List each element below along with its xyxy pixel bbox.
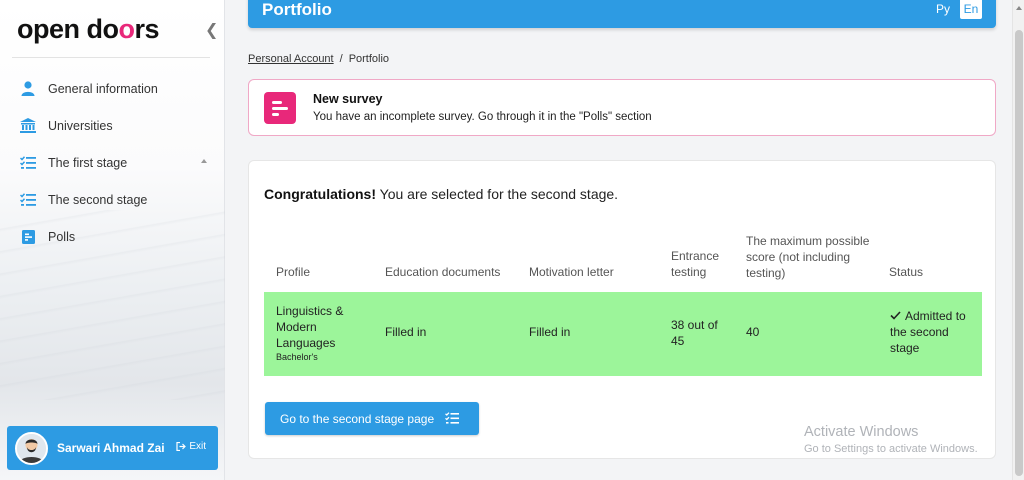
sidebar-item-label: The first stage (48, 155, 128, 170)
logo[interactable]: open doors (17, 14, 160, 45)
column-header-testing: Entrance testing (671, 249, 720, 279)
scroll-up-icon[interactable] (1016, 6, 1022, 10)
survey-notification[interactable]: New survey You have an incomplete survey… (248, 79, 996, 136)
survey-title: New survey (313, 92, 383, 106)
checklist-icon (20, 192, 36, 208)
sidebar: open doors ❮ General information Univers… (0, 0, 225, 480)
exit-button[interactable]: Exit (176, 441, 206, 452)
congratulations-title: Congratulations! (264, 186, 376, 202)
column-header-max-score: The maximum possible score (not includin… (746, 234, 870, 280)
avatar (15, 431, 48, 465)
cell-max-score: 40 (746, 325, 760, 339)
user-card[interactable]: Sarwari Ahmad Zai Exit (7, 426, 218, 470)
divider (12, 57, 210, 58)
page-header: Portfolio Ру En (248, 0, 996, 28)
cell-motivation: Filled in (529, 325, 571, 339)
sidebar-item-first-stage[interactable]: The first stage (0, 144, 225, 181)
cell-status: Admitted to the second stage (890, 308, 980, 356)
sidebar-item-label: The second stage (48, 192, 148, 207)
checklist-icon (20, 155, 36, 171)
sidebar-nav: General information Universities The fir… (0, 70, 225, 255)
breadcrumb: Personal Account / Portfolio (248, 53, 389, 65)
expand-caret-icon[interactable] (201, 159, 207, 163)
button-label: Go to the second stage page (280, 411, 435, 426)
table-row: Linguistics & Modern Languages Bachelor'… (264, 292, 982, 376)
scrollbar-thumb[interactable] (1015, 30, 1023, 476)
user-name: Sarwari Ahmad Zai (57, 441, 165, 455)
poll-icon (20, 229, 36, 245)
go-to-second-stage-button[interactable]: Go to the second stage page (265, 402, 479, 435)
column-header-motivation: Motivation letter (529, 265, 614, 279)
profile-name: Linguistics & Modern Languages (276, 304, 344, 350)
stage-result-card: Congratulations! You are selected for th… (248, 160, 996, 459)
breadcrumb-personal-account[interactable]: Personal Account (248, 53, 334, 65)
cell-testing: 38 out of 45 (671, 318, 718, 348)
column-header-profile: Profile (276, 265, 311, 279)
sidebar-item-universities[interactable]: Universities (0, 107, 225, 144)
cell-education: Filled in (385, 325, 427, 339)
watermark-title: Activate Windows (804, 424, 919, 440)
page-title: Portfolio (262, 0, 332, 19)
sidebar-item-second-stage[interactable]: The second stage (0, 181, 225, 218)
breadcrumb-separator: / (339, 53, 343, 65)
sidebar-item-polls[interactable]: Polls (0, 218, 225, 255)
exit-label: Exit (189, 441, 206, 452)
profile-degree: Bachelor's (276, 352, 318, 362)
breadcrumb-current: Portfolio (348, 53, 390, 65)
cell-profile: Linguistics & Modern Languages Bachelor'… (276, 303, 371, 363)
collapse-sidebar-icon[interactable]: ❮ (205, 20, 218, 40)
checklist-icon (445, 412, 459, 424)
column-header-education: Education documents (385, 265, 501, 279)
watermark-subtitle: Go to Settings to activate Windows. (804, 443, 978, 455)
person-icon (20, 81, 36, 97)
language-ru-button[interactable]: Ру (936, 2, 950, 16)
exit-icon (176, 442, 187, 451)
congratulations-message: Congratulations! You are selected for th… (264, 186, 618, 202)
sidebar-item-label: Universities (48, 118, 113, 133)
sidebar-item-label: General information (48, 81, 158, 96)
language-en-button[interactable]: En (960, 0, 982, 19)
scrollbar[interactable] (1012, 0, 1024, 480)
university-icon (20, 118, 36, 134)
survey-text: You have an incomplete survey. Go throug… (313, 111, 652, 123)
column-header-status: Status (889, 265, 924, 279)
sidebar-item-label: Polls (48, 229, 76, 244)
congratulations-text: You are selected for the second stage. (376, 186, 619, 202)
check-icon (890, 311, 901, 320)
status-text: Admitted to the second stage (890, 309, 966, 355)
windows-activation-watermark: Activate Windows Go to Settings to activ… (804, 424, 978, 455)
sidebar-item-general-information[interactable]: General information (0, 70, 225, 107)
survey-icon (264, 92, 296, 124)
